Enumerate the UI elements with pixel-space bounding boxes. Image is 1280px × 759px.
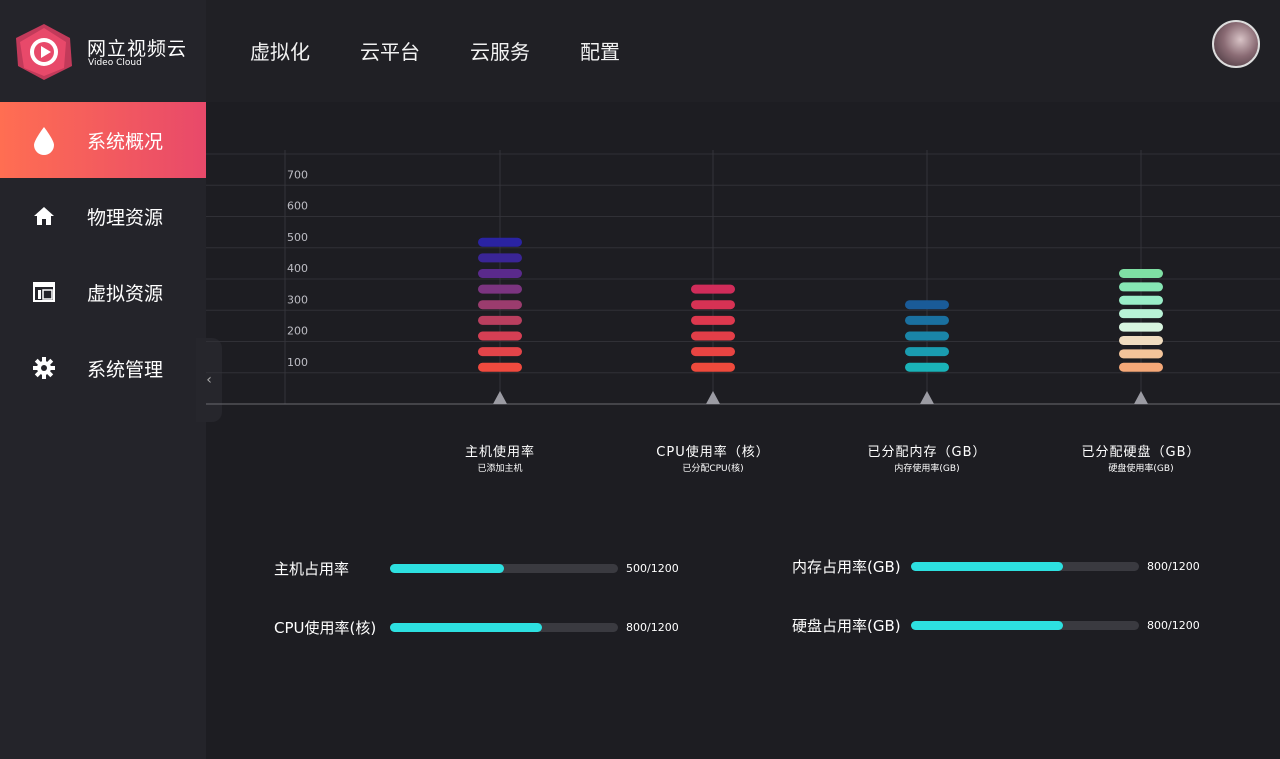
brand-subtitle: Video Cloud (88, 58, 142, 68)
stat-disk: 硬盘占用率(GB) 800/1200 (792, 615, 1212, 637)
bar-segment (478, 331, 522, 341)
stat-value: 500/1200 (626, 562, 679, 575)
bar-segment (478, 237, 522, 247)
progress-track (390, 623, 618, 632)
bar-segment (905, 347, 949, 357)
sidebar-item-virtual[interactable]: 虚拟资源 (0, 254, 206, 330)
home-icon (30, 202, 58, 230)
progress-fill (911, 562, 1064, 571)
category-label-host: 主机使用率 (464, 445, 535, 460)
category-label-cpu: CPU使用率（核） (656, 445, 770, 460)
stat-cpu: CPU使用率(核) 800/1200 (274, 617, 694, 639)
bar-segment (478, 315, 522, 325)
usage-bar-chart: 100200300400500600700800 (206, 150, 1280, 405)
category-label-disk: 已分配硬盘（GB） (1081, 445, 1201, 460)
top-menu-virtualization[interactable]: 虚拟化 (250, 36, 310, 65)
progress-fill (390, 564, 504, 573)
category-marker (1134, 391, 1148, 404)
stat-label: 硬盘占用率(GB) (792, 617, 901, 635)
gear-icon (30, 354, 58, 382)
bar-segment (1119, 269, 1163, 278)
bar-segment (1119, 295, 1163, 305)
bar-segment (478, 269, 522, 278)
category-label-memory: 已分配内存（GB） (867, 445, 987, 460)
bar-segment (1119, 309, 1163, 319)
progress-fill (390, 623, 543, 632)
y-tick-label: 100 (287, 356, 308, 369)
y-tick-label: 500 (287, 231, 308, 244)
bar-segment (478, 347, 522, 357)
avatar[interactable] (1212, 20, 1260, 68)
y-tick-label: 400 (287, 262, 308, 275)
y-tick-label: 200 (287, 325, 308, 338)
top-menu-cloud-service[interactable]: 云服务 (470, 36, 530, 65)
sidebar-item-label: 系统管理 (87, 358, 164, 381)
y-tick-label: 300 (287, 293, 308, 306)
sidebar-item-overview[interactable]: 系统概况 (0, 102, 206, 178)
top-menu-cloud-platform[interactable]: 云平台 (360, 36, 420, 65)
logo[interactable]: 网立视频云 Video Cloud (0, 0, 206, 102)
sidebar-item-label: 系统概况 (87, 130, 164, 153)
bar-segment (478, 284, 522, 294)
window-icon (30, 278, 58, 306)
bar-segment (691, 315, 735, 325)
bar-segment (1119, 335, 1163, 345)
category-sublabel-cpu: 已分配CPU(核) (682, 464, 744, 474)
bar-segment (905, 331, 949, 341)
bar-segment (691, 300, 735, 310)
sidebar: 网立视频云 Video Cloud 系统概况 物理资源 虚拟资源 系统管理 (0, 0, 206, 759)
bar-segment (691, 347, 735, 357)
stat-memory: 内存占用率(GB) 800/1200 (792, 556, 1212, 578)
bar-segment (1119, 282, 1163, 292)
bar-segment (691, 284, 735, 294)
category-sublabel-host: 已添加主机 (477, 464, 523, 474)
brand-title: 网立视频云 (87, 38, 188, 60)
stat-label: 主机占用率 (274, 560, 350, 578)
top-bar: 虚拟化 云平台 云服务 配置 (206, 0, 1280, 102)
category-marker (493, 391, 507, 404)
top-menu-config[interactable]: 配置 (580, 36, 620, 65)
y-tick-label: 600 (287, 200, 308, 213)
sidebar-item-system[interactable]: 系统管理 (0, 330, 206, 406)
bar-segment (691, 331, 735, 341)
bar-segment (478, 253, 522, 263)
bar-segment (905, 362, 949, 372)
drop-icon (30, 126, 58, 155)
bar-segment (1119, 362, 1163, 372)
top-menu: 虚拟化 云平台 云服务 配置 (250, 36, 620, 65)
play-logo-icon (16, 24, 72, 80)
progress-track (911, 562, 1139, 571)
category-marker (706, 391, 720, 404)
stat-label: CPU使用率(核) (274, 619, 377, 637)
bar-segment (1119, 349, 1163, 359)
bar-segment (478, 362, 522, 372)
bar-segment (1119, 322, 1163, 332)
stat-value: 800/1200 (1147, 619, 1200, 632)
stat-host: 主机占用率 500/1200 (274, 558, 694, 580)
progress-track (390, 564, 618, 573)
category-marker (920, 391, 934, 404)
stat-label: 内存占用率(GB) (792, 558, 901, 576)
progress-track (911, 621, 1139, 630)
bar-segment (478, 300, 522, 310)
stat-value: 800/1200 (626, 621, 679, 634)
sidebar-item-label: 物理资源 (87, 206, 164, 229)
sidebar-item-physical[interactable]: 物理资源 (0, 178, 206, 254)
progress-fill (911, 621, 1064, 630)
sidebar-nav: 系统概况 物理资源 虚拟资源 系统管理 (0, 102, 206, 406)
bar-segment (905, 300, 949, 310)
sidebar-item-label: 虚拟资源 (87, 282, 164, 305)
bar-segment (905, 315, 949, 325)
category-sublabel-disk: 硬盘使用率(GB) (1108, 464, 1174, 474)
category-sublabel-memory: 内存使用率(GB) (894, 464, 960, 474)
bar-segment (691, 362, 735, 372)
stat-value: 800/1200 (1147, 560, 1200, 573)
y-tick-label: 700 (287, 168, 308, 181)
